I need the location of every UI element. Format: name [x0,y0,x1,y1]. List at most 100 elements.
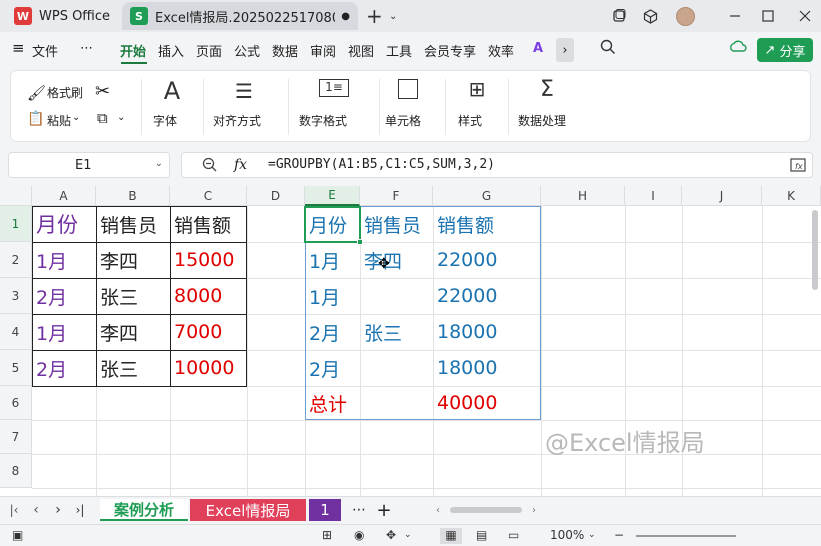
move-icon[interactable]: ✥ [386,528,396,542]
chevron-down-icon[interactable]: ⌄ [155,158,163,169]
menu-review[interactable]: 审阅 [310,41,336,60]
cell-g3[interactable]: 22000 [434,278,541,314]
cell-f5[interactable] [361,350,433,386]
sheet-more-button[interactable]: ⋯ [349,499,369,521]
cell-f4[interactable]: 张三 [361,314,433,350]
chevron-right-icon[interactable]: › [556,38,574,62]
paste-button[interactable]: 粘贴 [47,112,71,129]
hamburger-icon[interactable]: ≡ [12,39,25,57]
cell-c4[interactable]: 7000 [171,314,247,350]
cell-c2[interactable]: 15000 [171,242,247,278]
cell-b3[interactable]: 张三 [97,278,170,314]
zoom-slider[interactable] [636,535,736,537]
menu-home[interactable]: 开始 [120,41,146,60]
fx-icon[interactable]: fx [234,157,247,173]
row-header-4[interactable]: 4 [0,314,32,350]
sheet-scroll-right-icon[interactable]: › [528,499,540,521]
cell-a4[interactable]: 1月 [33,314,96,350]
cell-f2[interactable]: 李四 [361,242,433,278]
align-group[interactable]: ☰ 对齐方式 [207,71,283,141]
search-icon[interactable] [600,39,616,59]
column-header-i[interactable]: I [625,186,682,206]
paste-dropdown-icon[interactable]: ⌄ [72,112,80,123]
cell-b1[interactable]: 销售员 [97,206,170,242]
menu-member[interactable]: 会员专享 [424,41,476,60]
avatar[interactable] [675,5,695,27]
cloud-sync-icon[interactable] [729,39,747,59]
next-sheet-icon[interactable]: › [50,499,66,521]
column-header-a[interactable]: A [32,186,96,206]
cells-group[interactable]: 单元格 [383,71,443,141]
row-header-2[interactable]: 2 [0,242,32,278]
cell-a2[interactable]: 1月 [33,242,96,278]
column-header-j[interactable]: J [682,186,762,206]
table-view-icon[interactable]: ⊞ [322,528,332,542]
cell-e2[interactable]: 1月 [306,242,360,278]
row-header-3[interactable]: 3 [0,278,32,314]
last-sheet-icon[interactable]: ›| [72,499,88,521]
first-sheet-icon[interactable]: |‹ [6,499,22,521]
cell-g5[interactable]: 18000 [434,350,541,386]
menu-efficiency[interactable]: 效率 [488,41,514,60]
zoom-level[interactable]: 100% [550,528,584,542]
select-all-corner[interactable] [0,186,32,206]
cell-c1[interactable]: 销售额 [171,206,247,242]
number-format-group[interactable]: 1≡ 数字格式 [293,71,379,141]
new-tab-button[interactable]: + [366,4,383,28]
cell-g4[interactable]: 18000 [434,314,541,350]
cell-e5[interactable]: 2月 [306,350,360,386]
maximize-icon[interactable] [760,5,776,27]
sheet-tab-case-analysis[interactable]: 案例分析 [100,499,188,521]
menu-insert[interactable]: 插入 [158,41,184,60]
chevron-down-icon[interactable]: ⌄ [389,5,397,27]
row-header-6[interactable]: 6 [0,386,32,420]
formula-input[interactable]: fx =GROUPBY(A1:B5,C1:C5,SUM,3,2) fx [181,152,813,178]
cell-f1[interactable]: 销售员 [361,206,433,242]
document-tab[interactable]: S Excel情报局.2025022517080013 ● [122,2,358,30]
cube-icon[interactable] [642,5,658,27]
cell-f6[interactable] [361,386,433,420]
cell-g6[interactable]: 40000 [434,386,541,420]
cell-a3[interactable]: 2月 [33,278,96,314]
app-tab[interactable]: W WPS Office [8,4,116,28]
menu-data[interactable]: 数据 [272,41,298,60]
menu-formula[interactable]: 公式 [234,41,260,60]
cell-c5[interactable]: 10000 [171,350,247,386]
sheet-scroll-left-icon[interactable]: ‹ [432,499,444,521]
menu-file[interactable]: 文件 [32,41,58,60]
unsaved-dot-icon[interactable]: ● [341,11,350,22]
cell-b5[interactable]: 张三 [97,350,170,386]
dropdown-icon[interactable]: ⌄ [404,530,412,540]
column-header-k[interactable]: K [762,186,821,206]
sheet-tab-1[interactable]: 1 [309,499,341,521]
cell-a1[interactable]: 月份 [33,206,96,242]
data-process-group[interactable]: Σ 数据处理 [513,71,589,141]
row-header-5[interactable]: 5 [0,350,32,386]
record-icon[interactable]: ▣ [12,528,23,542]
copy-dropdown-icon[interactable]: ⌄ [117,112,125,123]
menu-more[interactable]: ⋯ [80,41,93,56]
zoom-dropdown-icon[interactable]: ⌄ [588,530,596,540]
page-layout-icon[interactable]: ▤ [476,528,487,542]
menu-tools[interactable]: 工具 [386,41,412,60]
cell-f3[interactable] [361,278,433,314]
share-button[interactable]: ↗ 分享 [757,38,813,62]
zoom-out-icon[interactable]: − [614,528,624,542]
close-icon[interactable] [797,5,813,27]
column-header-e[interactable]: E [305,186,360,206]
cell-e4[interactable]: 2月 [306,314,360,350]
font-group[interactable]: A 字体 [147,71,199,141]
column-header-f[interactable]: F [360,186,433,206]
column-header-c[interactable]: C [170,186,247,206]
column-header-d[interactable]: D [247,186,305,206]
normal-view-icon[interactable]: ▦ [440,528,462,544]
cell-e6[interactable]: 总计 [306,386,360,420]
zoom-icon[interactable] [202,157,218,177]
eye-icon[interactable]: ◉ [354,528,364,542]
row-header-7[interactable]: 7 [0,420,32,454]
window-tile-icon[interactable] [611,5,627,27]
page-break-icon[interactable]: ▭ [508,528,519,542]
add-sheet-button[interactable]: + [374,499,394,521]
scissors-icon[interactable]: ✂ [95,81,110,102]
horizontal-scrollbar[interactable] [450,507,522,513]
